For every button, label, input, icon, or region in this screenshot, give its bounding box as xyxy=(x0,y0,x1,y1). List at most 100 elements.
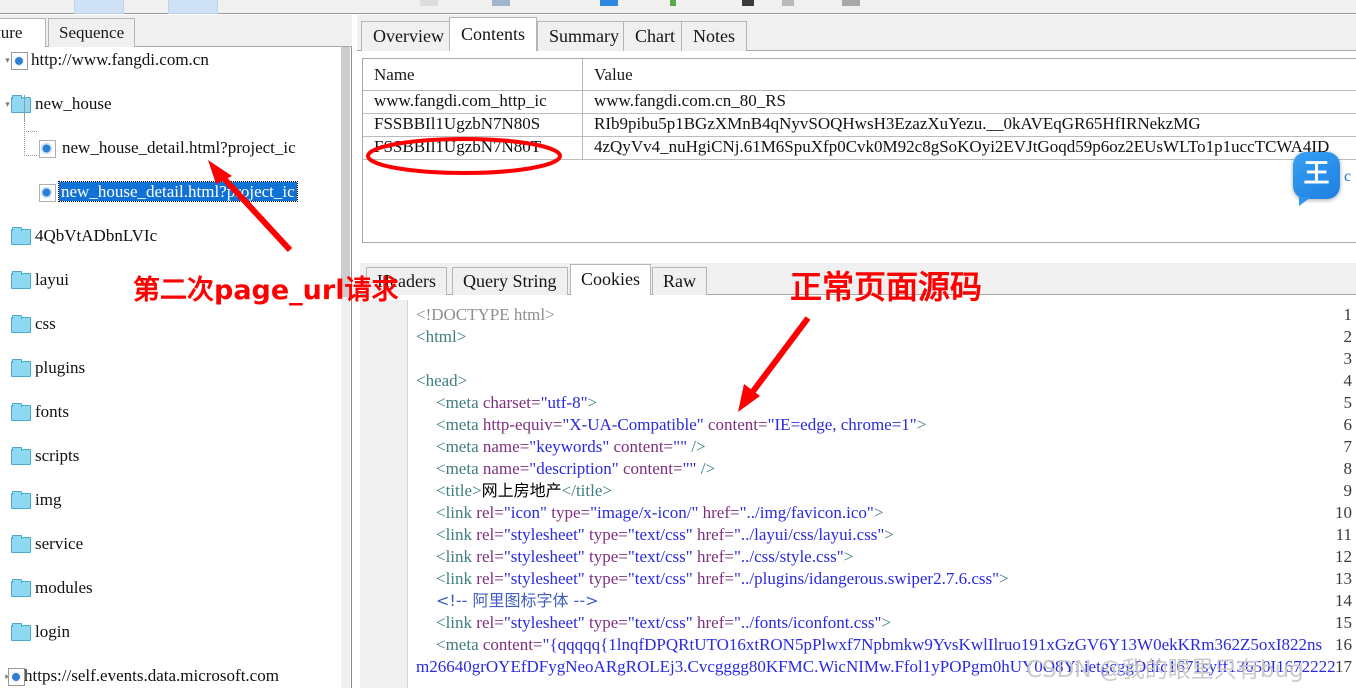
toolbar-button-2[interactable] xyxy=(168,0,218,14)
tree-item-4qbvtadbnlvic[interactable]: ▸ 4QbVtADbnLVIc xyxy=(0,226,341,246)
tab-headers[interactable]: Headers xyxy=(366,267,447,295)
tree-item-label: new_house_detail.html?project_ic xyxy=(62,138,296,157)
cell-value: 4zQyVv4_nuHgiCNj.61M6SpuXfp0Cvk0M92c8gSo… xyxy=(594,137,1330,156)
folder-icon xyxy=(11,315,31,333)
folder-icon xyxy=(11,271,31,289)
tree-item-label: https://self.events.data.microsoft.com xyxy=(24,666,279,685)
tree-item-plugins[interactable]: plugins xyxy=(0,358,341,378)
tree-item-new-house[interactable]: ▾ new_house xyxy=(0,94,341,114)
tree-item-page-1[interactable]: new_house_detail.html?project_ic xyxy=(0,138,341,158)
left-tab-strip: ture Sequence xyxy=(0,15,352,47)
folder-icon xyxy=(11,403,31,421)
tab-structure[interactable]: ture xyxy=(0,18,46,47)
settings-icon[interactable] xyxy=(842,0,860,6)
tab-query-string[interactable]: Query String xyxy=(452,267,568,295)
folder-icon xyxy=(11,227,31,245)
top-toolbar xyxy=(0,0,1356,14)
site-structure-tree[interactable]: ▾ http://www.fangdi.com.cn ▾ new_house n… xyxy=(0,47,341,688)
scrollbar-thumb[interactable] xyxy=(341,47,350,297)
line-number: 15 xyxy=(1335,613,1352,632)
tree-item-host[interactable]: ▾ http://www.fangdi.com.cn xyxy=(0,50,341,70)
tree-item-label: new_house xyxy=(35,94,112,113)
table-row[interactable]: FSSBBIl1UgzbN7N80T 4zQyVv4_nuHgiCNj.61M6… xyxy=(363,136,1356,160)
line-number: 5 xyxy=(1343,393,1353,412)
line-number: 1 xyxy=(1343,305,1353,324)
code-line: <link rel="stylesheet" type="text/css" h… xyxy=(436,569,1009,588)
column-header-value[interactable]: Value xyxy=(583,59,633,90)
line-number: 3 xyxy=(1343,349,1353,368)
code-line: <meta charset="utf-8"> xyxy=(436,393,598,412)
code-line: <meta content="{qqqqq{1lnqfDPQRtUTO16xtR… xyxy=(436,635,1323,654)
column-header-name[interactable]: Name xyxy=(363,59,583,90)
table-row[interactable]: FSSBBIl1UgzbN7N80S RIb9pibu5p1BGzXMnB4qN… xyxy=(363,113,1356,137)
tree-item-page-2-selected[interactable]: new_house_detail.html?project_ic xyxy=(0,181,341,202)
line-number: 8 xyxy=(1343,459,1353,478)
filter-icon[interactable] xyxy=(742,0,754,6)
tab-contents[interactable]: Contents xyxy=(449,17,538,51)
toolbar-button-1[interactable] xyxy=(74,0,124,14)
line-number: 2 xyxy=(1343,327,1353,346)
tree-item-label: http://www.fangdi.com.cn xyxy=(31,50,209,69)
tree-item-css[interactable]: css xyxy=(0,314,341,334)
globe-icon xyxy=(8,668,25,686)
table-header-row: Name Value xyxy=(363,59,1356,91)
tree-item-label: css xyxy=(35,314,56,333)
code-line: <!-- 阿里图标字体 --> xyxy=(436,591,599,610)
code-line: <html> xyxy=(416,327,467,346)
cell-name: FSSBBIl1UgzbN7N80T xyxy=(363,136,583,159)
code-line: <link rel="icon" type="image/x-icon/" hr… xyxy=(436,503,884,522)
folder-icon xyxy=(11,535,31,553)
tree-item-login[interactable]: login xyxy=(0,622,341,642)
line-number: 9 xyxy=(1343,481,1353,500)
floating-chat-widget[interactable]: 王 xyxy=(1293,152,1340,206)
code-line: <meta http-equiv="X-UA-Compatible" conte… xyxy=(436,415,927,434)
tab-cookies[interactable]: Cookies xyxy=(570,264,652,295)
funnel-icon[interactable] xyxy=(782,0,794,6)
table-row[interactable]: www.fangdi.com_http_ic www.fangdi.com.cn… xyxy=(363,90,1356,114)
tree-item-img[interactable]: img xyxy=(0,490,341,510)
line-number: 11 xyxy=(1335,525,1352,544)
tree-item-label: plugins xyxy=(35,358,86,377)
tree-item-service[interactable]: service xyxy=(0,534,341,554)
line-number: 10 xyxy=(1335,503,1352,522)
code-line: <link rel="stylesheet" type="text/css" h… xyxy=(436,525,894,544)
cell-name: FSSBBIl1UgzbN7N80S xyxy=(363,113,583,136)
chat-bubble-tail xyxy=(1299,197,1311,206)
code-line: <meta name="keywords" content="" /> xyxy=(436,437,706,456)
code-line: <!DOCTYPE html> xyxy=(416,305,555,324)
plus-icon[interactable] xyxy=(670,0,676,6)
tab-summary[interactable]: Summary xyxy=(537,21,631,51)
source-code-viewer[interactable]: 1 2 3 4 5 6 7 8 9 10 11 12 13 14 15 16 17 <!DOCTYPE html… xyxy=(360,300,1356,688)
download-icon[interactable] xyxy=(600,0,618,6)
tab-sequence[interactable]: Sequence xyxy=(48,18,136,47)
left-panel: ture Sequence ▾ http://www.fangdi.com.cn… xyxy=(0,15,352,688)
globe-icon xyxy=(11,52,28,70)
tab-notes[interactable]: Notes xyxy=(681,21,747,51)
code-line: <meta name="description" content="" /> xyxy=(436,459,716,478)
tab-chart[interactable]: Chart xyxy=(623,21,687,51)
cell-value: www.fangdi.com.cn_80_RS xyxy=(594,91,787,110)
cell-value: RIb9pibu5p1BGzXMnB4qNyvSOQHwsH3EzazXuYez… xyxy=(594,114,1201,133)
tab-overview[interactable]: Overview xyxy=(361,21,456,51)
line-number: 14 xyxy=(1335,591,1352,610)
pointer-icon[interactable] xyxy=(492,0,510,6)
tab-raw[interactable]: Raw xyxy=(652,267,707,295)
tree-item-label: fonts xyxy=(35,402,69,421)
left-panel-scrollbar[interactable] xyxy=(341,47,350,688)
tree-item-layui[interactable]: layui xyxy=(0,270,341,290)
folder-icon xyxy=(11,491,31,509)
tree-item-modules[interactable]: modules xyxy=(0,578,341,598)
line-number: 6 xyxy=(1343,415,1353,434)
line-number: 7 xyxy=(1343,437,1353,456)
code-line: m26640grOYEfDFygNeoARgROLEj3.Cvcgggg80KF… xyxy=(416,657,1336,676)
line-number: 13 xyxy=(1335,569,1352,588)
tree-item-label[interactable]: new_house_detail.html?project_ic xyxy=(58,181,298,202)
tree-item-scripts[interactable]: scripts xyxy=(0,446,341,466)
tree-item-label: 4QbVtADbnLVIc xyxy=(35,226,158,245)
stop-icon[interactable] xyxy=(420,0,438,6)
tree-item-fonts[interactable]: fonts xyxy=(0,402,341,422)
tree-item-label: scripts xyxy=(35,446,80,465)
tree-item-microsoft-host[interactable]: ▸ https://self.events.data.microsoft.com xyxy=(0,666,341,686)
chat-widget-glyph: 王 xyxy=(1303,159,1330,189)
folder-icon xyxy=(11,359,31,377)
